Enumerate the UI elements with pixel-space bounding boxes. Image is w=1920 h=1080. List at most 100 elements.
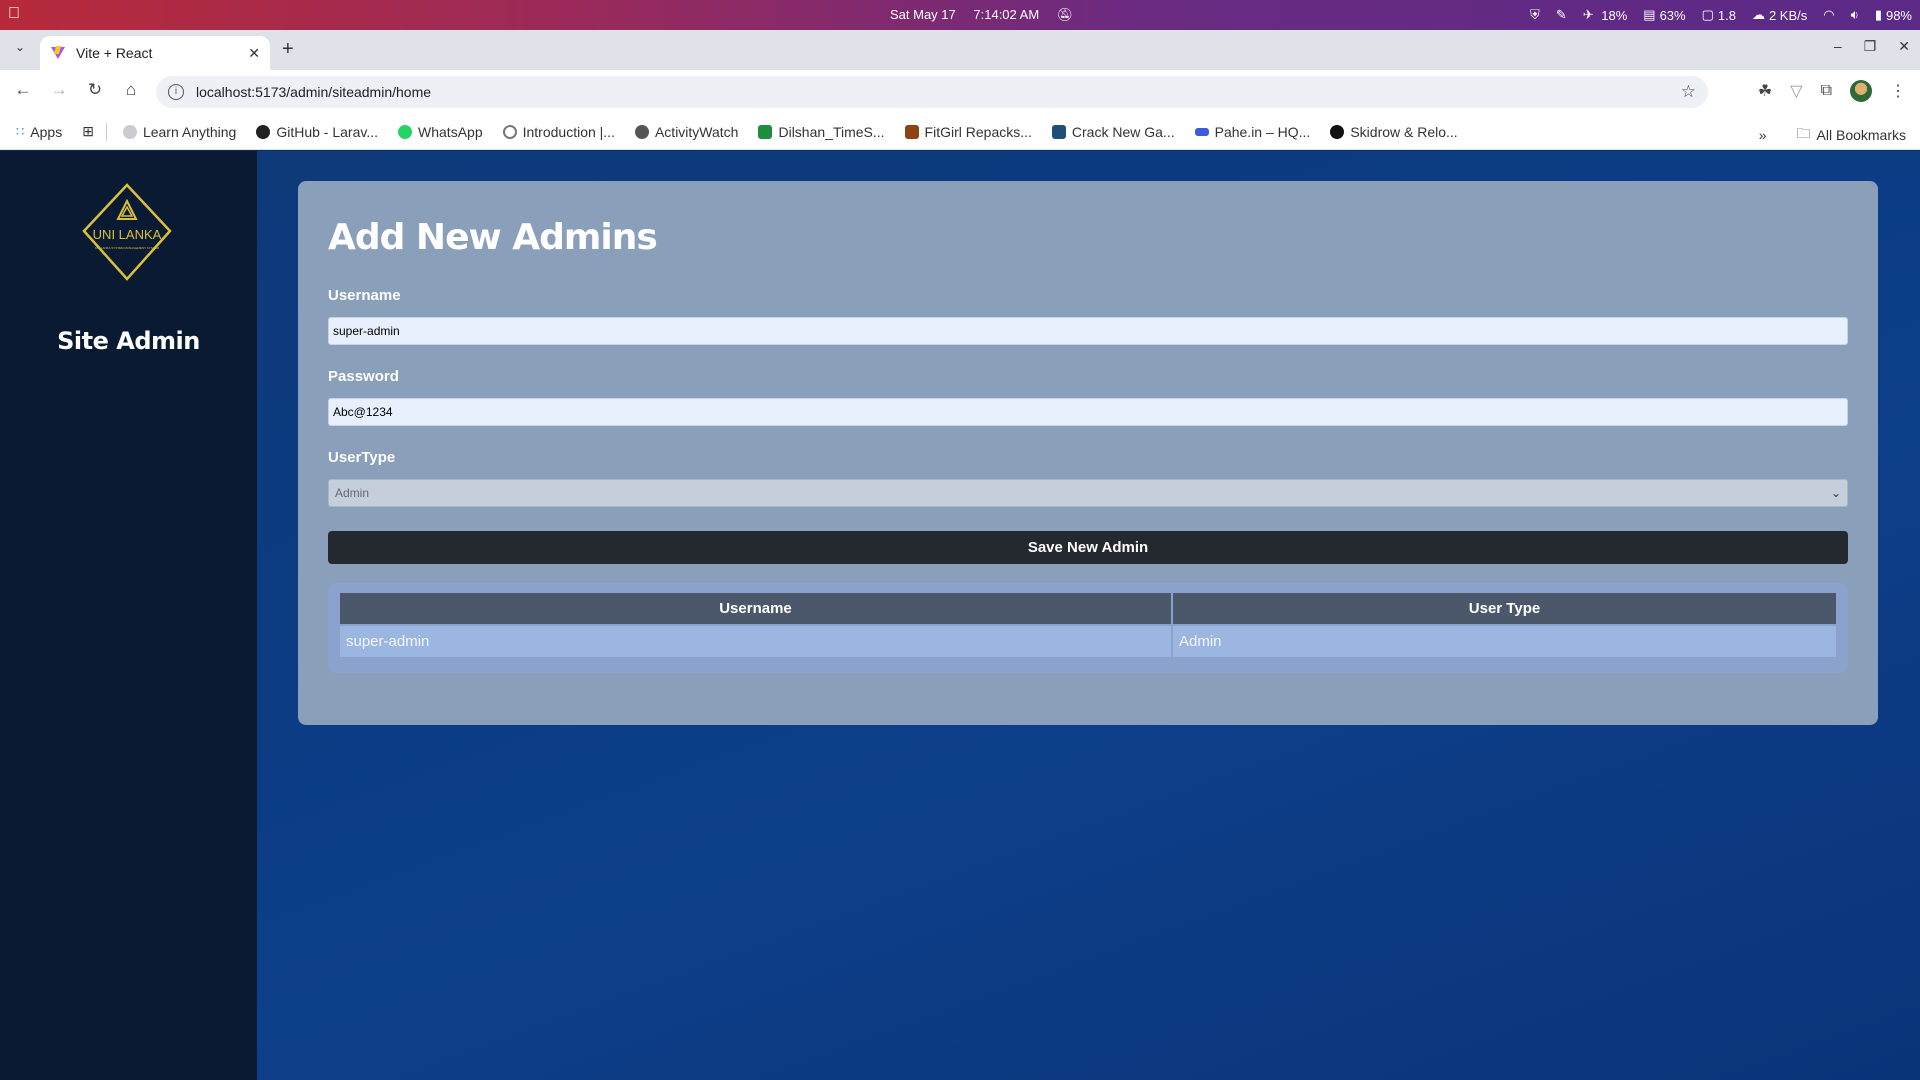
bookmarks-bar: ∷ Apps ⊞ Learn Anything GitHub - Larav..… xyxy=(0,114,1920,150)
username-label: Username xyxy=(328,287,401,304)
bookmark-star-icon[interactable]: ☆ xyxy=(1681,82,1696,102)
bookmark-dilshan-timesheet[interactable]: Dilshan_TimeS... xyxy=(758,124,885,140)
page-title: Add New Admins xyxy=(328,217,658,258)
bookmark-skidrow[interactable]: Skidrow & Relo... xyxy=(1330,123,1458,140)
uni-lanka-logo: UNI LANKA UNI LANKA SYSTEM MANAGEMENT SY… xyxy=(82,183,172,288)
tab-search-chevron-icon[interactable]: ⌄ xyxy=(8,40,32,62)
tab-groups-icon[interactable]: ⊞ xyxy=(82,123,94,140)
extensions-puzzle-icon[interactable]: ⧉ xyxy=(1821,82,1832,100)
bookmark-activitywatch[interactable]: ActivityWatch xyxy=(634,123,739,140)
bookmark-apps[interactable]: ∷ Apps xyxy=(16,124,62,140)
bookmark-label: Apps xyxy=(30,123,63,140)
color-picker-icon[interactable]: ✎ xyxy=(1556,7,1567,23)
usertype-selected: Admin xyxy=(335,486,370,500)
nav-buttons: ← → ↻ ⌂ xyxy=(12,80,142,100)
cpu-indicator[interactable]: ✈ 18% xyxy=(1583,7,1628,23)
os-date: Sat May 17 xyxy=(890,7,956,22)
chevron-down-icon: ⌄ xyxy=(1830,486,1841,500)
logo-subtext: UNI LANKA SYSTEM MANAGEMENT SYSTEM xyxy=(95,246,160,250)
os-clock[interactable]: Sat May 17 7:14:02 AM 🔕︎ xyxy=(890,7,1087,23)
cell-usertype: Admin xyxy=(1172,624,1836,657)
network-indicator[interactable]: ☁ 2 KB/s xyxy=(1752,7,1807,23)
bookmark-crack-new-games[interactable]: Crack New Ga... xyxy=(1051,123,1175,140)
home-icon[interactable]: ⌂ xyxy=(120,80,142,100)
github-icon xyxy=(256,124,271,139)
all-bookmarks-button[interactable]: 🗀︎ All Bookmarks xyxy=(1797,123,1906,147)
battery-value: 98% xyxy=(1885,7,1912,23)
os-status-area: ⛨ ✎ ✈ 18% ▤ 63% ▢ 1.8 ☁ 2 KB/s ◠ 🔉︎ ▮ 98% xyxy=(1530,7,1912,23)
bookmark-label: Pahe.in – HQ... xyxy=(1214,123,1311,140)
bookmark-label: WhatsApp xyxy=(418,123,483,140)
cpu-value: 18% xyxy=(1601,7,1628,23)
save-new-admin-button[interactable]: Save New Admin xyxy=(328,531,1848,564)
apps-grid-icon: ∷ xyxy=(16,123,25,139)
usertype-label: UserType xyxy=(328,449,396,466)
bookmark-github[interactable]: GitHub - Larav... xyxy=(256,124,378,140)
bookmarks-right: » 🗀︎ All Bookmarks xyxy=(1759,123,1906,147)
bookmark-introduction[interactable]: Introduction |... xyxy=(502,124,615,140)
profile-avatar[interactable] xyxy=(1850,80,1872,102)
whatsapp-icon xyxy=(398,124,413,139)
bookmark-pahe[interactable]: Pahe.in – HQ... xyxy=(1194,123,1311,140)
forward-icon[interactable]: → xyxy=(48,80,70,100)
os-top-bar:  Sat May 17 7:14:02 AM 🔕︎ ⛨ ✎ ✈ 18% ▤63… xyxy=(0,0,1920,30)
bookmark-whatsapp[interactable]: WhatsApp xyxy=(398,124,483,140)
notifications-off-icon: 🔕︎ xyxy=(1056,7,1074,22)
new-tab-icon[interactable]: + xyxy=(282,38,294,61)
battery-indicator[interactable]: ▮ 98% xyxy=(1875,7,1912,23)
site-info-icon[interactable]: i xyxy=(168,84,184,100)
browser-tab-strip: ⌄ Vite + React ✕ + – ❐ ✕ xyxy=(0,30,1920,70)
network-value: 2 KB/s xyxy=(1768,7,1808,23)
extension-icon[interactable]: ☘ xyxy=(1758,81,1772,101)
browser-tab-active[interactable]: Vite + React ✕ xyxy=(40,36,270,70)
memory-indicator[interactable]: ▤ 63% xyxy=(1643,7,1685,23)
bookmark-label: Learn Anything xyxy=(142,123,237,140)
skidrow-icon xyxy=(1330,124,1345,139)
load-value: 1.8 xyxy=(1717,7,1736,23)
bookmark-label: Skidrow & Relo... xyxy=(1350,123,1458,140)
usertype-select[interactable]: Admin ⌄ xyxy=(328,479,1848,507)
back-icon[interactable]: ← xyxy=(12,80,34,100)
bookmark-learn-anything[interactable]: Learn Anything xyxy=(122,123,237,140)
username-input[interactable] xyxy=(328,317,1848,345)
volume-icon[interactable]: 🔉︎ xyxy=(1851,7,1859,23)
admins-table-container: Username User Type super-admin Admin xyxy=(328,583,1848,673)
column-header-usertype: User Type xyxy=(1172,593,1836,625)
table-row[interactable]: super-admin Admin xyxy=(340,624,1836,657)
wifi-icon[interactable]: ◠ xyxy=(1823,7,1834,23)
url-text[interactable]: localhost:5173/admin/siteadmin/home xyxy=(196,84,1681,100)
reload-icon[interactable]: ↻ xyxy=(84,80,106,100)
app-root: UNI LANKA UNI LANKA SYSTEM MANAGEMENT SY… xyxy=(0,151,1920,1080)
browser-menu-icon[interactable]: ⋮ xyxy=(1890,81,1906,101)
restore-icon[interactable]: ❐ xyxy=(1864,38,1877,55)
cell-username: super-admin xyxy=(340,624,1173,657)
memory-value: 63% xyxy=(1659,7,1686,23)
sidebar-title: Site Admin xyxy=(57,327,200,355)
bookmark-label: GitHub - Larav... xyxy=(276,123,379,140)
window-close-icon[interactable]: ✕ xyxy=(1898,38,1910,55)
bookmark-label: FitGirl Repacks... xyxy=(924,123,1032,140)
apple-menu-icon[interactable]:  xyxy=(8,5,20,23)
vite-favicon-icon xyxy=(50,45,66,61)
tab-title: Vite + React xyxy=(76,45,153,61)
vue-devtools-icon[interactable]: ▽ xyxy=(1790,81,1802,101)
address-bar[interactable]: i localhost:5173/admin/siteadmin/home ☆ xyxy=(156,76,1708,108)
admins-table: Username User Type super-admin Admin xyxy=(340,593,1836,657)
bookmark-label: ActivityWatch xyxy=(654,123,739,140)
doc-icon xyxy=(502,124,517,139)
add-admin-panel: Add New Admins Username Password UserTyp… xyxy=(298,181,1878,725)
bookmark-fitgirl[interactable]: FitGirl Repacks... xyxy=(904,123,1032,140)
os-time: 7:14:02 AM xyxy=(973,7,1040,22)
password-label: Password xyxy=(328,368,399,385)
tab-close-icon[interactable]: ✕ xyxy=(248,45,260,62)
more-bookmarks-icon[interactable]: » xyxy=(1759,127,1767,143)
sheets-icon xyxy=(758,124,773,139)
extensions-area: ☘ ▽ ⧉ ⋮ xyxy=(1758,80,1906,102)
bookmark-label: Crack New Ga... xyxy=(1071,123,1175,140)
shield-icon[interactable]: ⛨ xyxy=(1530,7,1540,23)
load-indicator[interactable]: ▢ 1.8 xyxy=(1702,7,1736,23)
minimize-icon[interactable]: – xyxy=(1834,38,1842,55)
folder-icon: 🗀︎ xyxy=(1796,125,1811,141)
password-input[interactable] xyxy=(328,398,1848,426)
crack-games-icon xyxy=(1051,124,1066,139)
